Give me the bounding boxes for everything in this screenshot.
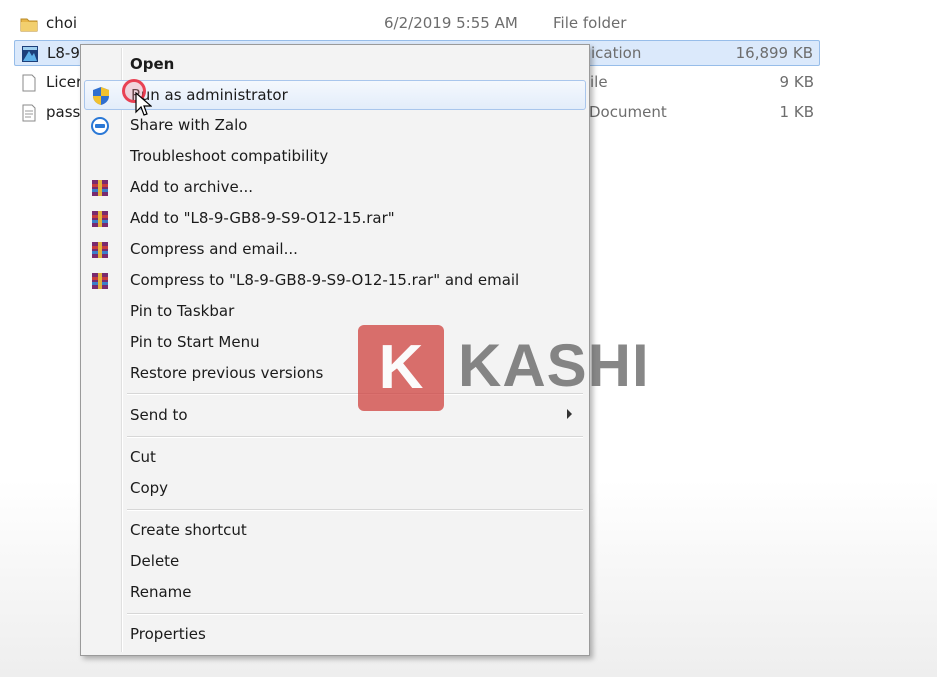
menu-item-create-shortcut[interactable]: Create shortcut [84, 516, 586, 546]
menu-item-label: Share with Zalo [130, 116, 248, 134]
menu-item-label: Pin to Start Menu [130, 333, 260, 351]
menu-item-copy[interactable]: Copy [84, 474, 586, 504]
winrar-icon [92, 180, 108, 196]
mouse-cursor-icon [135, 92, 152, 116]
menu-item-troubleshoot-compatibility[interactable]: Troubleshoot compatibility [84, 142, 586, 172]
menu-item-label: Restore previous versions [130, 364, 324, 382]
menu-item-compress-and-email[interactable]: Compress and email... [84, 235, 586, 265]
menu-item-label: Rename [130, 583, 192, 601]
menu-item-label: Create shortcut [130, 521, 247, 539]
menu-item-label: Add to archive... [130, 178, 253, 196]
menu-item-label: Troubleshoot compatibility [130, 147, 329, 165]
menu-item-compress-to-rar-and-email[interactable]: Compress to "L8-9-GB8-9-S9-O12-15.rar" a… [84, 266, 586, 296]
menu-item-label: Cut [130, 448, 156, 466]
menu-item-label: Run as administrator [131, 86, 288, 104]
winrar-icon [92, 211, 108, 227]
menu-separator [127, 613, 583, 615]
file-name: choi [46, 14, 78, 32]
kashi-watermark: K KASHI [358, 325, 650, 411]
file-type: Document [589, 103, 667, 121]
menu-item-add-to-rar[interactable]: Add to "L8-9-GB8-9-S9-O12-15.rar" [84, 204, 586, 234]
menu-item-label: Add to "L8-9-GB8-9-S9-O12-15.rar" [130, 209, 395, 227]
menu-item-add-to-archive[interactable]: Add to archive... [84, 173, 586, 203]
file-name: L8-9 [47, 44, 80, 62]
menu-item-label: Compress to "L8-9-GB8-9-S9-O12-15.rar" a… [130, 271, 520, 289]
menu-item-label: Send to [130, 406, 188, 424]
file-type: File folder [553, 14, 627, 32]
menu-separator [127, 509, 583, 511]
menu-item-delete[interactable]: Delete [84, 547, 586, 577]
menu-item-rename[interactable]: Rename [84, 578, 586, 608]
watermark-badge: K [358, 325, 444, 411]
menu-item-label: Pin to Taskbar [130, 302, 235, 320]
menu-item-label: Delete [130, 552, 180, 570]
menu-item-share-with-zalo[interactable]: Share with Zalo [84, 111, 586, 141]
menu-item-run-as-administrator[interactable]: Run as administrator [84, 80, 586, 110]
file-date: 6/2/2019 5:55 AM [384, 14, 518, 32]
file-name: pass [46, 103, 81, 121]
file-size: 16,899 KB [735, 44, 813, 62]
menu-item-label: Open [130, 55, 175, 73]
menu-item-label: Copy [130, 479, 169, 497]
winrar-icon [92, 242, 108, 258]
menu-item-pin-to-taskbar[interactable]: Pin to Taskbar [84, 297, 586, 327]
menu-separator [127, 436, 583, 438]
file-type: ication [591, 44, 642, 62]
document-icon [22, 104, 36, 122]
file-size: 1 KB [779, 103, 814, 121]
folder-icon [20, 18, 38, 32]
menu-item-label: Properties [130, 625, 206, 643]
file-type: ile [590, 73, 608, 91]
file-row-choi[interactable]: choi 6/2/2019 5:55 AM File folder [14, 11, 820, 37]
winrar-icon [92, 273, 108, 289]
menu-item-open[interactable]: Open [84, 50, 586, 80]
watermark-text: KASHI [458, 332, 650, 399]
file-name: Licer [46, 73, 83, 91]
zalo-icon [91, 117, 109, 135]
menu-item-cut[interactable]: Cut [84, 443, 586, 473]
file-size: 9 KB [779, 73, 814, 91]
uac-shield-icon [93, 87, 109, 105]
menu-item-label: Compress and email... [130, 240, 298, 258]
menu-item-properties[interactable]: Properties [84, 620, 586, 650]
application-icon [22, 46, 38, 62]
text-file-icon [22, 74, 36, 92]
